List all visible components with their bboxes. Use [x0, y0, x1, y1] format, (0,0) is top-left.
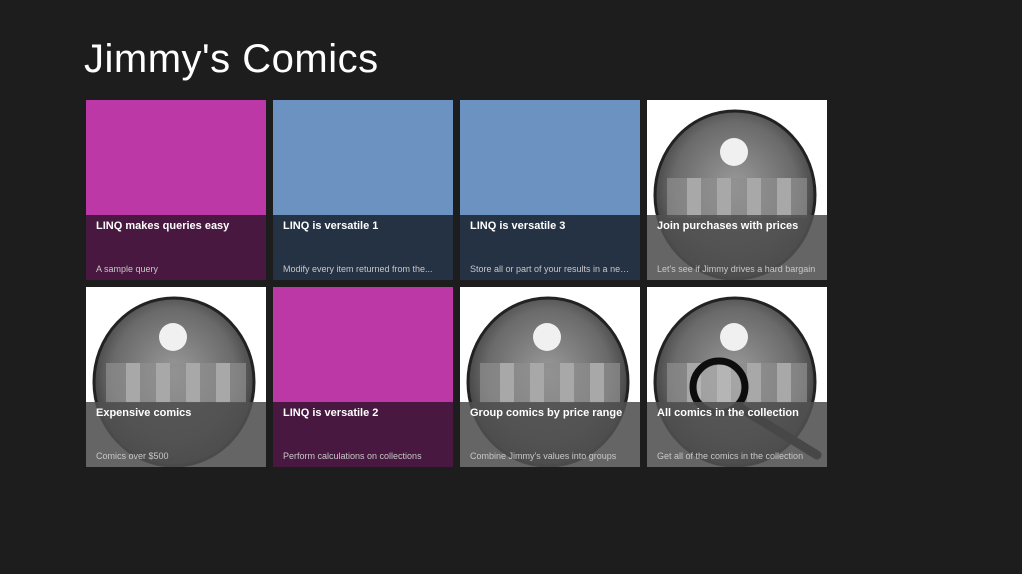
tile-grid: LINQ makes queries easy A sample query L…	[86, 100, 828, 467]
tile-expensive-comics[interactable]: Expensive comics Comics over $500	[86, 287, 266, 467]
tile-linq-is-versatile-2[interactable]: LINQ is versatile 2 Perform calculations…	[273, 287, 453, 467]
tile-linq-makes-queries-easy[interactable]: LINQ makes queries easy A sample query	[86, 100, 266, 280]
tile-caption: LINQ is versatile 2 Perform calculations…	[273, 402, 453, 467]
tile-title: Group comics by price range	[470, 407, 623, 419]
tile-caption: Expensive comics Comics over $500	[86, 402, 266, 467]
tile-all-comics-in-the-collection[interactable]: All comics in the collection Get all of …	[647, 287, 827, 467]
tile-title: LINQ is versatile 1	[283, 220, 379, 232]
tile-title: Join purchases with prices	[657, 220, 799, 232]
tile-subtitle: A sample query	[96, 264, 159, 274]
tile-caption: Join purchases with prices Let's see if …	[647, 215, 827, 280]
tile-subtitle: Modify every item returned from the...	[283, 264, 433, 274]
main-page: Jimmy's Comics LINQ makes queries easy A…	[0, 0, 1022, 574]
tile-caption: LINQ is versatile 1 Modify every item re…	[273, 215, 453, 280]
tile-group-comics-by-price-range[interactable]: Group comics by price range Combine Jimm…	[460, 287, 640, 467]
tile-join-purchases-with-prices[interactable]: Join purchases with prices Let's see if …	[647, 100, 827, 280]
tile-title: All comics in the collection	[657, 407, 799, 419]
tile-caption: LINQ makes queries easy A sample query	[86, 215, 266, 280]
tile-caption: All comics in the collection Get all of …	[647, 402, 827, 467]
page-title: Jimmy's Comics	[84, 37, 379, 81]
tile-subtitle: Store all or part of your results in a n…	[470, 264, 632, 274]
tile-subtitle: Comics over $500	[96, 451, 169, 461]
tile-subtitle: Get all of the comics in the collection	[657, 451, 804, 461]
tile-subtitle: Combine Jimmy's values into groups	[470, 451, 617, 461]
tile-caption: Group comics by price range Combine Jimm…	[460, 402, 640, 467]
tile-linq-is-versatile-1[interactable]: LINQ is versatile 1 Modify every item re…	[273, 100, 453, 280]
tile-title: Expensive comics	[96, 407, 192, 419]
tile-subtitle: Let's see if Jimmy drives a hard bargain	[657, 264, 816, 274]
tile-caption: LINQ is versatile 3 Store all or part of…	[460, 215, 640, 280]
tile-linq-is-versatile-3[interactable]: LINQ is versatile 3 Store all or part of…	[460, 100, 640, 280]
tile-title: LINQ makes queries easy	[96, 220, 230, 232]
tile-title: LINQ is versatile 3	[470, 220, 566, 232]
tile-title: LINQ is versatile 2	[283, 407, 379, 419]
tile-subtitle: Perform calculations on collections	[283, 451, 422, 461]
